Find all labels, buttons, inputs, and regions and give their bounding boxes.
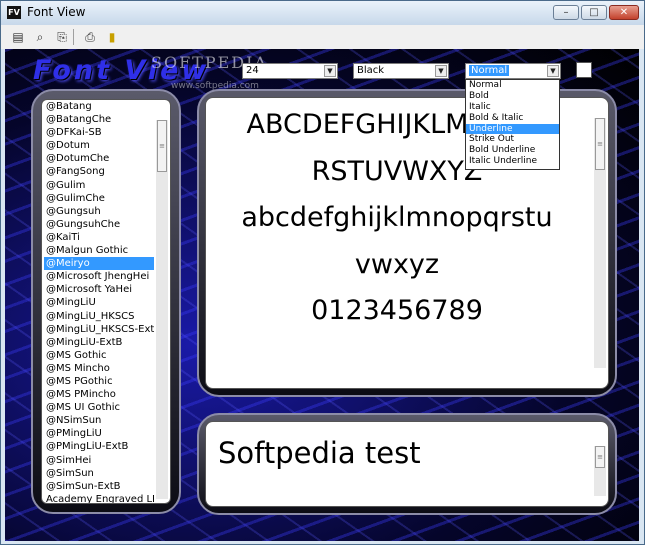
font-list-item[interactable]: @BatangChe	[44, 113, 154, 126]
toolbar: ▤ ⌕ ⎘ ⎙ ▮	[1, 25, 644, 49]
font-color-value: Black	[357, 65, 385, 76]
chevron-down-icon[interactable]: ▼	[547, 65, 559, 77]
font-list-item[interactable]: @Gungsuh	[44, 205, 154, 218]
maximize-button[interactable]: □	[581, 5, 607, 20]
font-list-item[interactable]: @FangSong	[44, 165, 154, 178]
app-icon: FV	[7, 6, 21, 19]
font-list-item[interactable]: @Meiryo	[44, 257, 154, 271]
font-style-option[interactable]: Normal	[466, 80, 559, 91]
font-list-item[interactable]: @DotumChe	[44, 152, 154, 165]
font-list-item[interactable]: @Malgun Gothic	[44, 244, 154, 257]
sample-scrollbar[interactable]: ≡	[594, 446, 606, 496]
font-list-item[interactable]: @Microsoft JhengHei	[44, 270, 154, 283]
font-style-option[interactable]: Underline	[466, 123, 559, 135]
font-list-item[interactable]: @MS Mincho	[44, 362, 154, 375]
preview-scrollbar[interactable]: ≡	[594, 118, 606, 368]
font-list-item[interactable]: @Dotum	[44, 139, 154, 152]
window-title: Font View	[27, 5, 86, 19]
font-list-item[interactable]: @DFKai-SB	[44, 126, 154, 139]
font-list-items: @Batang @BatangChe @DFKai-SB @Dotum @DotumCh…	[44, 100, 154, 503]
app-window: FV Font View – □ ✕ ▤ ⌕ ⎘ ⎙ ▮ @Batang @Bat…	[0, 0, 645, 545]
exit-icon[interactable]: ▮	[103, 28, 121, 46]
font-list-item[interactable]: @MingLiU_HKSCS	[44, 310, 154, 323]
option-checkbox[interactable]	[576, 62, 592, 78]
font-style-select[interactable]: Normal ▼	[465, 63, 561, 79]
toolbar-separator	[73, 29, 74, 45]
sample-text: Softpedia test	[218, 436, 421, 470]
scroll-thumb[interactable]: ≡	[595, 118, 605, 170]
font-list-item[interactable]: @SimHei	[44, 454, 154, 467]
font-list-item[interactable]: @Gulim	[44, 179, 154, 192]
copy-icon[interactable]: ⎘	[53, 28, 71, 46]
font-list[interactable]: @Batang @BatangChe @DFKai-SB @Dotum @DotumCh…	[41, 99, 171, 504]
minimize-button[interactable]: –	[553, 5, 579, 20]
chevron-down-icon[interactable]: ▼	[324, 65, 336, 77]
font-list-item[interactable]: @MingLiU_HKSCS-ExtB	[44, 323, 154, 336]
font-style-option[interactable]: Bold	[466, 91, 559, 102]
preview-line: vwxyz	[354, 248, 440, 280]
font-size-value: 24	[246, 65, 259, 76]
font-list-item[interactable]: @GulimChe	[44, 192, 154, 205]
font-color-select[interactable]: Black ▼	[353, 63, 449, 79]
font-style-dropdown[interactable]: Normal Bold Italic Bold & Italic Underline St…	[465, 79, 560, 170]
preview-line: abcdefghijklmnopqrstu	[241, 202, 553, 233]
font-list-item[interactable]: @MingLiU	[44, 296, 154, 309]
font-list-item[interactable]: @MS Gothic	[44, 349, 154, 362]
font-list-item[interactable]: @MS UI Gothic	[44, 401, 154, 414]
font-list-item[interactable]: @SimSun-ExtB	[44, 480, 154, 493]
find-icon[interactable]: ⌕	[31, 28, 49, 46]
font-list-item[interactable]: @NSimSun	[44, 414, 154, 427]
font-style-option[interactable]: Italic	[466, 102, 559, 113]
chevron-down-icon[interactable]: ▼	[435, 65, 447, 77]
font-list-scrollbar[interactable]: ≡	[156, 120, 168, 499]
preview-line: 0123456789	[311, 295, 483, 326]
font-style-option[interactable]: Italic Underline	[466, 156, 559, 167]
font-list-item[interactable]: @PMingLiU	[44, 427, 154, 440]
font-style-value: Normal	[469, 65, 510, 76]
print-icon[interactable]: ⎙	[81, 28, 99, 46]
scroll-thumb[interactable]: ≡	[595, 446, 605, 468]
font-list-item[interactable]: @MS PMincho	[44, 388, 154, 401]
new-icon[interactable]: ▤	[9, 28, 27, 46]
font-list-item[interactable]: @MingLiU-ExtB	[44, 336, 154, 349]
scroll-thumb[interactable]: ≡	[157, 120, 167, 172]
font-list-item[interactable]: @PMingLiU-ExtB	[44, 440, 154, 453]
font-style-option[interactable]: Strike Out	[466, 134, 559, 145]
font-list-item[interactable]: @SimSun	[44, 467, 154, 480]
title-bar[interactable]: FV Font View – □ ✕	[1, 1, 644, 25]
font-size-select[interactable]: 24 ▼	[242, 63, 338, 79]
font-list-item[interactable]: @GungsuhChe	[44, 218, 154, 231]
font-list-item[interactable]: @Microsoft YaHei	[44, 283, 154, 296]
sample-panel[interactable]: Softpedia test ≡	[205, 421, 609, 507]
font-style-option[interactable]: Bold Underline	[466, 145, 559, 156]
font-list-item[interactable]: @MS PGothic	[44, 375, 154, 388]
font-style-option[interactable]: Bold & Italic	[466, 113, 559, 124]
font-list-item[interactable]: @KaiTi	[44, 231, 154, 244]
close-button[interactable]: ✕	[609, 5, 639, 20]
font-list-item[interactable]: Academy Engraved LET	[44, 493, 154, 503]
font-list-item[interactable]: @Batang	[44, 100, 154, 113]
watermark-url: www.softpedia.com	[171, 81, 259, 91]
